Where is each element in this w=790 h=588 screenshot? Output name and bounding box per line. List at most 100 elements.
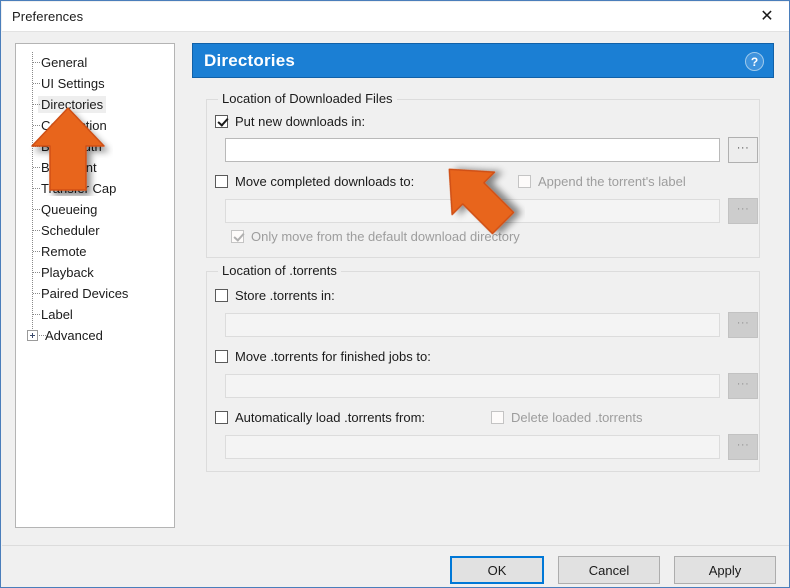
sidebar-item-label: Remote <box>41 244 87 259</box>
tree-elbow-line <box>33 188 40 189</box>
sidebar-item-queueing[interactable]: Queueing <box>16 199 174 220</box>
browse-button-store-torrents[interactable]: ··· <box>728 312 758 338</box>
preferences-window: PC risk.com Preferences ✕ GeneralUI Sett… <box>0 0 790 588</box>
checkbox-box[interactable] <box>215 115 228 128</box>
tree-elbow-line <box>33 230 40 231</box>
sidebar-item-ui-settings[interactable]: UI Settings <box>16 73 174 94</box>
sidebar-item-remote[interactable]: Remote <box>16 241 174 262</box>
checkbox-box[interactable] <box>215 411 228 424</box>
checkbox-label: Delete loaded .torrents <box>511 410 643 425</box>
sidebar-item-bittorrent[interactable]: BitTorrent <box>16 157 174 178</box>
checkbox-label: Only move from the default download dire… <box>251 229 520 244</box>
checkbox-box[interactable] <box>491 411 504 424</box>
checkbox-box[interactable] <box>215 350 228 363</box>
checkbox-append-torrent-label[interactable]: Append the torrent's label <box>518 174 686 189</box>
sidebar-item-label: Connection <box>41 118 107 133</box>
checkbox-box[interactable] <box>518 175 531 188</box>
group-title-downloads: Location of Downloaded Files <box>218 91 397 106</box>
sidebar-item-label: Advanced <box>45 328 103 343</box>
checkbox-move-finished-jobs[interactable]: Move .torrents for finished jobs to: <box>215 349 431 364</box>
sidebar-item-label: Scheduler <box>41 223 100 238</box>
tree-elbow-line <box>33 62 40 63</box>
browse-button-put-new-downloads[interactable]: ··· <box>728 137 758 163</box>
sidebar-item-label: Label <box>41 307 73 322</box>
tree-list: General UI Settings Directories Connection B… <box>16 52 174 346</box>
apply-button[interactable]: Apply <box>674 556 776 584</box>
dialog-body: General UI Settings Directories Connection B… <box>2 32 789 587</box>
group-title-torrents: Location of .torrents <box>218 263 341 278</box>
ok-button[interactable]: OK <box>450 556 544 584</box>
footer-bar: OK Cancel Apply <box>2 546 789 587</box>
checkbox-delete-loaded-torrents[interactable]: Delete loaded .torrents <box>491 410 643 425</box>
browse-button-move-finished[interactable]: ··· <box>728 373 758 399</box>
checkbox-only-move-default-dir[interactable]: Only move from the default download dire… <box>231 229 520 244</box>
tree-elbow-line <box>33 125 40 126</box>
checkbox-box[interactable] <box>215 175 228 188</box>
tree-elbow-line <box>33 167 40 168</box>
sidebar-item-label[interactable]: Label <box>16 304 174 325</box>
checkbox-box[interactable] <box>231 230 244 243</box>
close-button[interactable]: ✕ <box>744 2 789 31</box>
checkbox-label: Store .torrents in: <box>235 288 335 303</box>
checkbox-put-new-downloads[interactable]: Put new downloads in: <box>215 114 365 129</box>
sidebar-item-label: BitTorrent <box>41 160 97 175</box>
sidebar-item-label: Paired Devices <box>41 286 129 301</box>
settings-panel: Directories ? Location of Downloaded Fil… <box>192 43 774 528</box>
tree-elbow-line <box>33 272 40 273</box>
page-title: Directories <box>204 51 296 70</box>
checkbox-store-torrents[interactable]: Store .torrents in: <box>215 288 335 303</box>
sidebar-item-connection[interactable]: Connection <box>16 115 174 136</box>
help-icon[interactable]: ? <box>745 52 764 71</box>
tree-elbow-line <box>33 146 40 147</box>
field-store-torrents: ··· <box>225 312 758 338</box>
tree-elbow-line <box>39 335 46 336</box>
checkbox-label: Move completed downloads to: <box>235 174 415 189</box>
sidebar-item-scheduler[interactable]: Scheduler <box>16 220 174 241</box>
tree-elbow-line <box>33 209 40 210</box>
field-put-new-downloads: ··· <box>225 137 758 163</box>
expand-plus-icon[interactable] <box>27 330 38 341</box>
sidebar-item-label: Directories <box>38 96 107 113</box>
settings-tree[interactable]: General UI Settings Directories Connection B… <box>15 43 175 528</box>
window-title: Preferences <box>12 9 84 24</box>
checkbox-label: Automatically load .torrents from: <box>235 410 426 425</box>
sidebar-item-label: General <box>41 55 88 70</box>
sidebar-item-label: Bandwidth <box>41 139 102 154</box>
tree-elbow-line <box>33 104 40 105</box>
field-move-completed: ··· <box>225 198 758 224</box>
tree-elbow-line <box>33 251 40 252</box>
put-new-downloads-input[interactable] <box>225 138 720 162</box>
close-icon: ✕ <box>760 7 774 25</box>
tree-elbow-line <box>33 314 40 315</box>
sidebar-item-directories[interactable]: Directories <box>16 94 174 115</box>
sidebar-item-playback[interactable]: Playback <box>16 262 174 283</box>
sidebar-item-bandwidth[interactable]: Bandwidth <box>16 136 174 157</box>
checkbox-auto-load-torrents[interactable]: Automatically load .torrents from: <box>215 410 425 425</box>
move-completed-input[interactable] <box>225 199 720 223</box>
field-auto-load-torrents: ··· <box>225 434 758 460</box>
page-header: Directories ? <box>192 43 774 78</box>
tree-elbow-line <box>33 83 40 84</box>
sidebar-item-label: UI Settings <box>41 76 105 91</box>
sidebar-item-paired-devices[interactable]: Paired Devices <box>16 283 174 304</box>
checkbox-label: Put new downloads in: <box>235 114 366 129</box>
sidebar-item-label: Transfer Cap <box>41 181 117 196</box>
store-torrents-input[interactable] <box>225 313 720 337</box>
cancel-button[interactable]: Cancel <box>558 556 660 584</box>
sidebar-item-advanced[interactable]: Advanced <box>16 325 174 346</box>
checkbox-label: Append the torrent's label <box>538 174 686 189</box>
checkbox-box[interactable] <box>215 289 228 302</box>
title-bar: Preferences ✕ <box>2 2 789 32</box>
tree-elbow-line <box>33 293 40 294</box>
move-finished-input[interactable] <box>225 374 720 398</box>
sidebar-item-label: Playback <box>41 265 94 280</box>
checkbox-move-completed[interactable]: Move completed downloads to: <box>215 174 414 189</box>
auto-load-input[interactable] <box>225 435 720 459</box>
checkbox-label: Move .torrents for finished jobs to: <box>235 349 431 364</box>
sidebar-item-general[interactable]: General <box>16 52 174 73</box>
browse-button-move-completed[interactable]: ··· <box>728 198 758 224</box>
sidebar-item-label: Queueing <box>41 202 98 217</box>
browse-button-auto-load[interactable]: ··· <box>728 434 758 460</box>
field-move-finished-jobs: ··· <box>225 373 758 399</box>
sidebar-item-transfer-cap[interactable]: Transfer Cap <box>16 178 174 199</box>
